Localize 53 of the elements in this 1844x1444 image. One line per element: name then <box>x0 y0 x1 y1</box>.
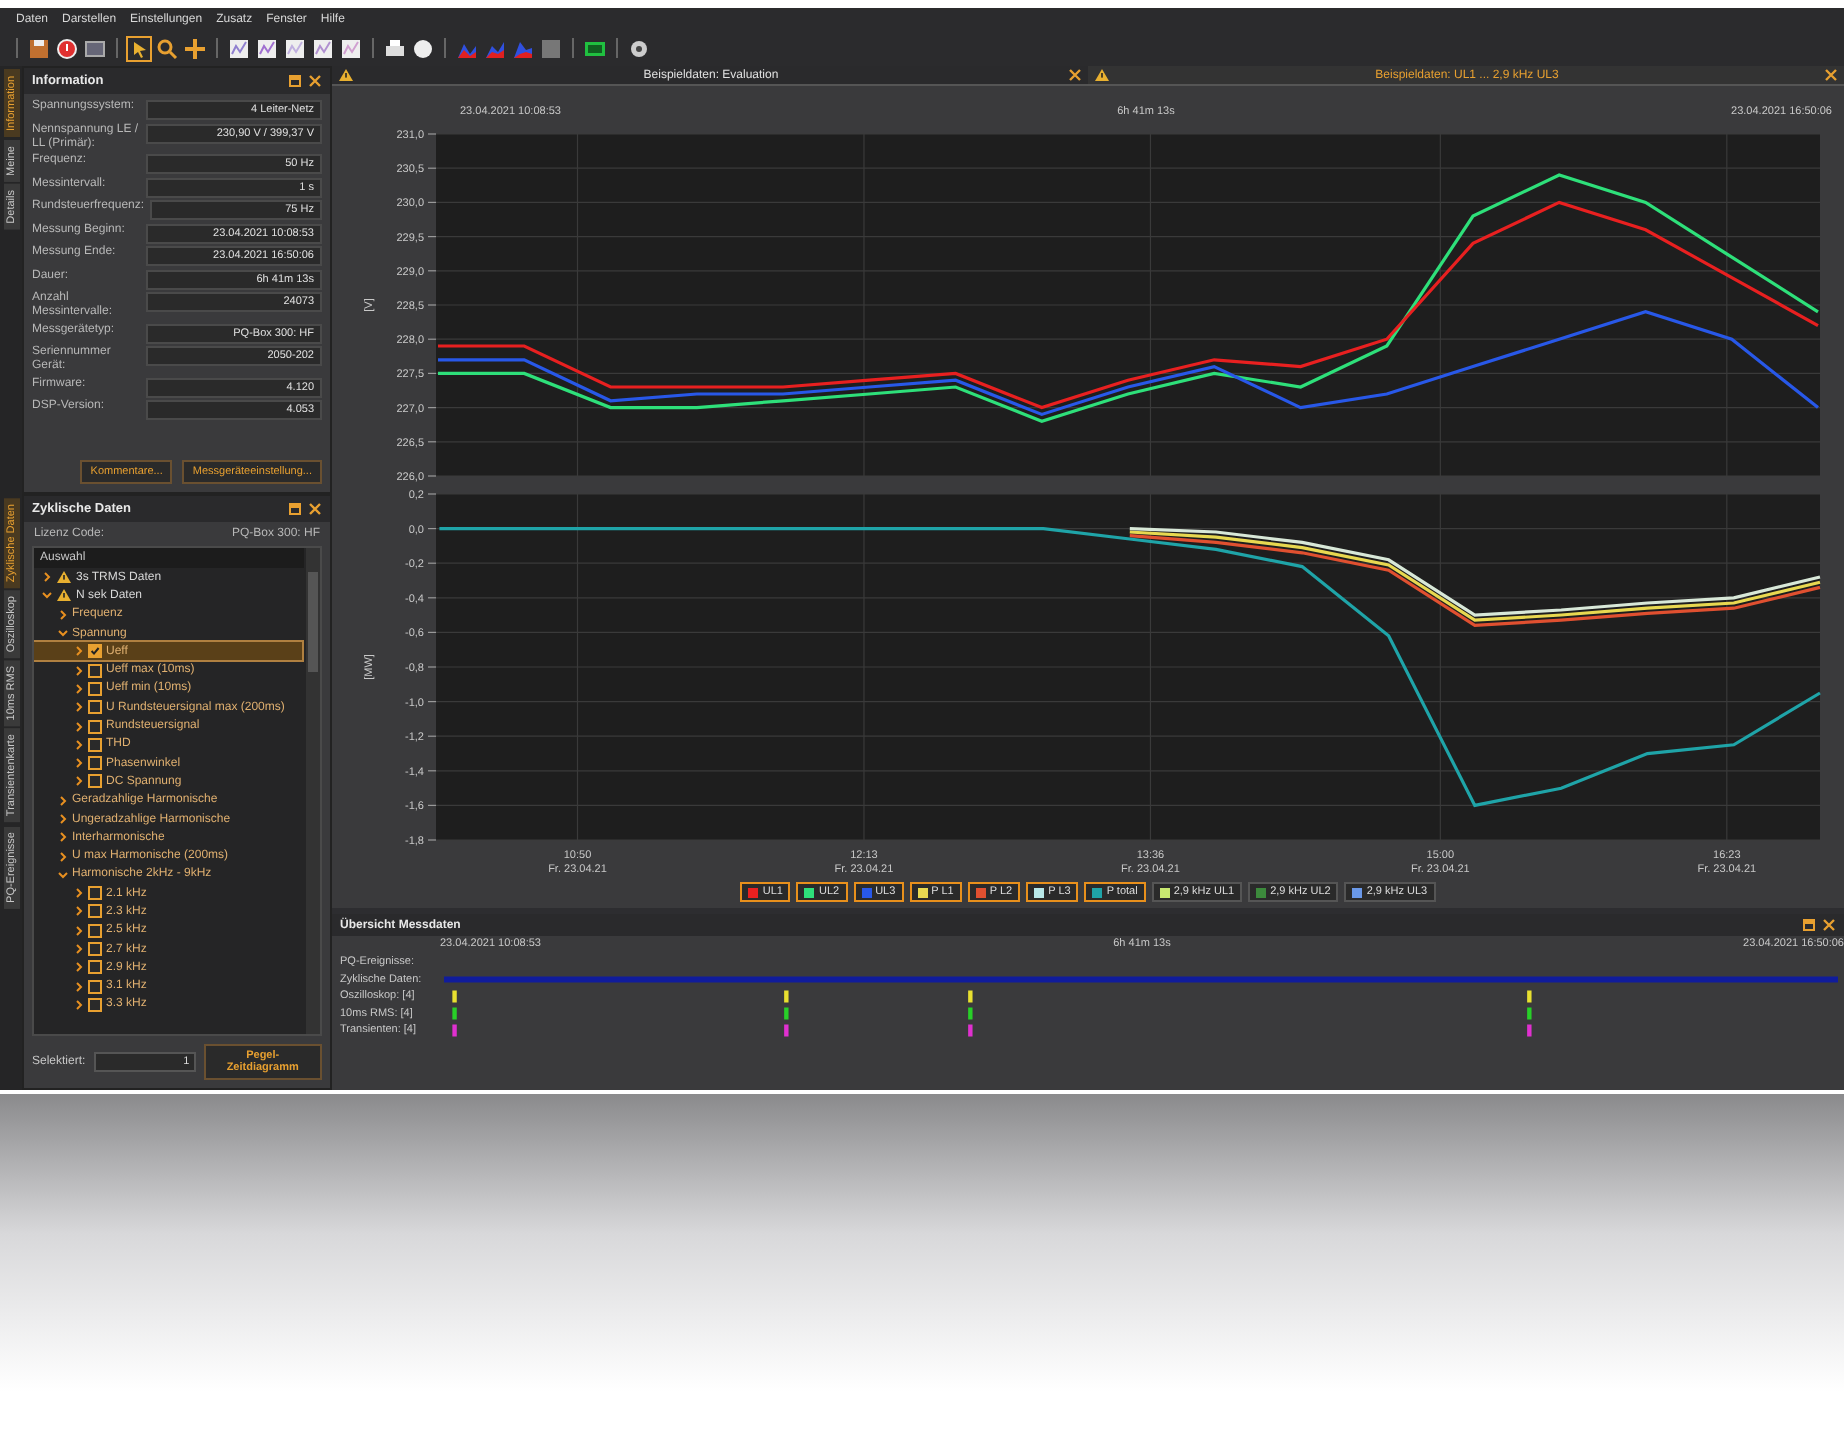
save-icon[interactable] <box>28 37 50 59</box>
checkbox[interactable] <box>88 737 102 752</box>
checkbox[interactable] <box>88 681 102 696</box>
pointer-icon[interactable] <box>128 37 150 59</box>
search-icon[interactable] <box>156 37 178 59</box>
warning-icon <box>1094 68 1110 82</box>
warning-icon <box>56 570 72 585</box>
chevron-icon[interactable] <box>42 572 52 583</box>
chevron-icon[interactable] <box>58 869 68 880</box>
close-icon[interactable] <box>308 502 322 516</box>
chevron-icon[interactable] <box>58 795 68 806</box>
chart-icon[interactable] <box>256 37 278 59</box>
close-icon[interactable] <box>308 74 322 88</box>
close-icon[interactable] <box>1822 918 1836 932</box>
checkbox[interactable] <box>88 960 102 975</box>
scrollbar-thumb[interactable] <box>308 572 318 672</box>
check-icon <box>90 646 100 657</box>
checkbox[interactable] <box>88 923 102 938</box>
chevron-icon[interactable] <box>58 628 68 639</box>
chart-icon[interactable] <box>312 37 334 59</box>
chevron-icon[interactable] <box>58 832 68 843</box>
alert-icon[interactable] <box>56 37 78 59</box>
checkbox[interactable] <box>88 942 102 957</box>
scrollbar[interactable] <box>306 548 320 1034</box>
move-icon[interactable] <box>184 37 206 59</box>
pin-icon[interactable] <box>1802 918 1816 932</box>
chart-icon[interactable] <box>340 37 362 59</box>
checkbox[interactable] <box>88 756 102 771</box>
chevron-icon[interactable] <box>58 851 68 862</box>
screen-icon[interactable] <box>584 37 606 59</box>
checkbox[interactable] <box>88 774 102 789</box>
close-icon[interactable] <box>1824 68 1838 82</box>
pin-icon[interactable] <box>288 74 302 88</box>
chevron-icon[interactable] <box>58 609 68 620</box>
checkbox[interactable] <box>88 997 102 1012</box>
chevron-icon[interactable] <box>58 814 68 824</box>
checkbox[interactable] <box>88 886 102 901</box>
chart-icon[interactable] <box>284 37 306 59</box>
checkbox[interactable] <box>88 979 102 994</box>
checkbox[interactable] <box>88 700 102 715</box>
chevron-icon[interactable] <box>42 590 52 601</box>
disc-icon[interactable] <box>412 37 434 59</box>
chart-icon[interactable] <box>228 37 250 59</box>
warning-icon <box>56 588 72 603</box>
close-icon[interactable] <box>1068 68 1082 82</box>
gear-icon[interactable] <box>628 37 650 59</box>
checkbox[interactable] <box>88 904 102 919</box>
checkbox[interactable] <box>88 663 102 678</box>
pin-icon[interactable] <box>288 502 302 516</box>
printer-icon[interactable] <box>384 37 406 59</box>
checkbox[interactable] <box>88 719 102 734</box>
monitor-icon[interactable] <box>84 37 106 59</box>
checkbox[interactable] <box>88 644 102 659</box>
